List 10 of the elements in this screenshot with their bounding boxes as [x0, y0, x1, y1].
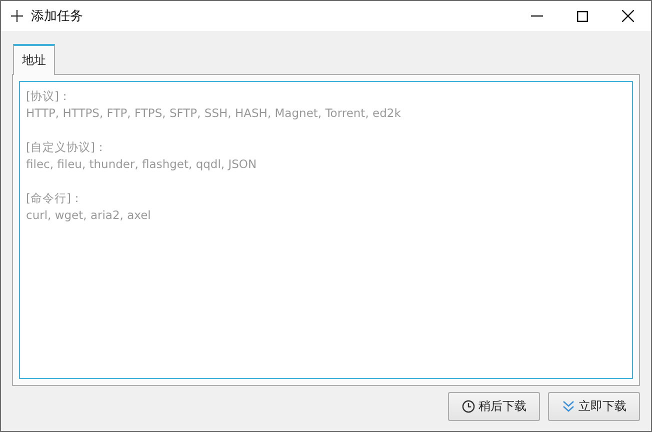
download-now-button[interactable]: 立即下载 — [548, 392, 640, 421]
window-title: 添加任务 — [31, 8, 83, 25]
close-icon[interactable] — [622, 10, 634, 22]
url-input-field[interactable]: [协议]： HTTP, HTTPS, FTP, FTPS, SFTP, SSH, HASH, Magnet, Torrent, ed2k [自定义协议]： filec, fileu, thunder, flashget, qqdl, JSON [命令行]： curl, wget, aria2, axel — [19, 81, 633, 379]
plus-icon — [11, 10, 23, 22]
clock-icon — [462, 400, 474, 413]
maximize-icon[interactable] — [577, 10, 588, 22]
double-chevron-down-icon — [562, 400, 574, 413]
address-tab[interactable]: 地址 — [13, 44, 55, 75]
download-later-button[interactable]: 稍后下载 — [448, 392, 540, 421]
